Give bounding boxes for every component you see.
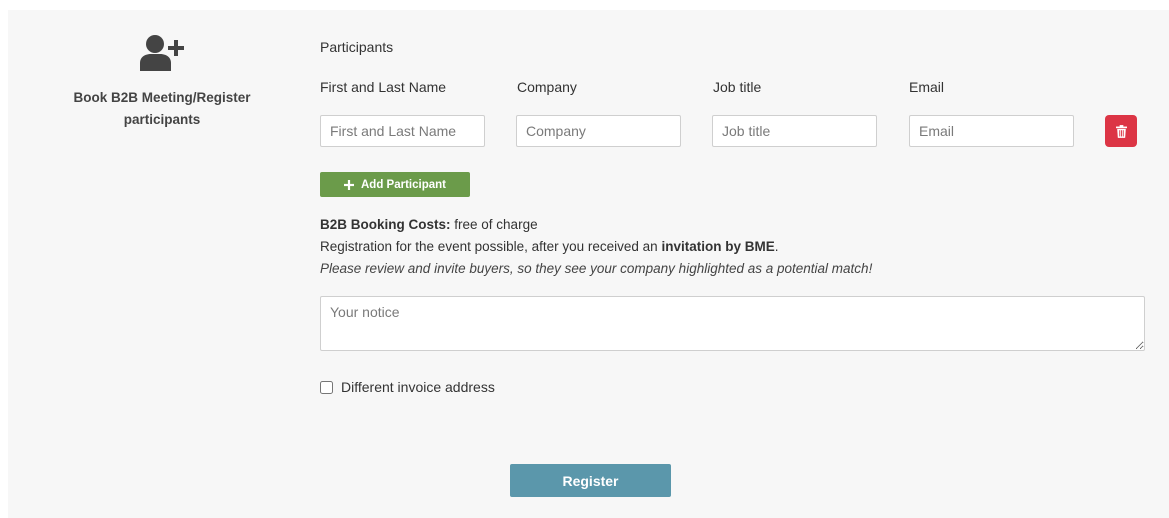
booking-costs-label: B2B Booking Costs: <box>320 217 451 232</box>
invoice-address-label[interactable]: Different invoice address <box>341 379 495 395</box>
registration-condition-end: . <box>774 239 779 254</box>
section-title: Book B2B Meeting/Register participants <box>73 90 251 127</box>
invitation-text: invitation by BME <box>661 239 775 254</box>
registration-condition-text: Registration for the event possible, aft… <box>320 239 658 254</box>
email-input[interactable] <box>909 115 1074 147</box>
plus-icon-h <box>344 183 354 186</box>
participants-heading: Participants <box>320 39 394 55</box>
name-label: First and Last Name <box>320 79 447 95</box>
register-button[interactable]: Register <box>510 464 671 497</box>
user-plus-icon <box>140 35 184 71</box>
invoice-address-checkbox[interactable] <box>320 380 333 394</box>
booking-costs-line: B2B Booking Costs: free of charge <box>320 214 1160 236</box>
job-title-label: Job title <box>713 79 762 95</box>
company-input[interactable] <box>516 115 681 147</box>
booking-info: B2B Booking Costs: free of charge Regist… <box>320 214 1160 280</box>
trash-icon-stripe <box>1120 129 1122 136</box>
job-title-input[interactable] <box>712 115 877 147</box>
invoice-address-row: Different invoice address <box>320 377 495 397</box>
trash-icon <box>1115 124 1127 138</box>
company-label: Company <box>517 79 577 95</box>
review-invite-note: Please review and invite buyers, so they… <box>320 261 873 276</box>
trash-icon-stripe <box>1118 129 1120 136</box>
email-label: Email <box>909 79 945 95</box>
user-plus-icon-head <box>146 35 164 53</box>
trash-icon-stripe <box>1122 129 1124 136</box>
delete-participant-button[interactable] <box>1105 115 1137 147</box>
name-input[interactable] <box>320 115 485 147</box>
registration-panel: Book B2B Meeting/Register participants P… <box>8 10 1169 518</box>
plus-icon <box>344 179 354 190</box>
add-participant-button[interactable]: Add Participant <box>320 172 470 197</box>
notice-textarea[interactable] <box>320 296 1145 351</box>
user-plus-icon-body <box>140 54 171 71</box>
user-plus-icon-plus-v <box>174 40 178 56</box>
booking-costs-value: free of charge <box>454 217 538 232</box>
add-participant-label: Add Participant <box>361 178 446 191</box>
trash-icon-lid <box>1115 126 1127 128</box>
registration-condition-line: Registration for the event possible, aft… <box>320 236 1160 258</box>
